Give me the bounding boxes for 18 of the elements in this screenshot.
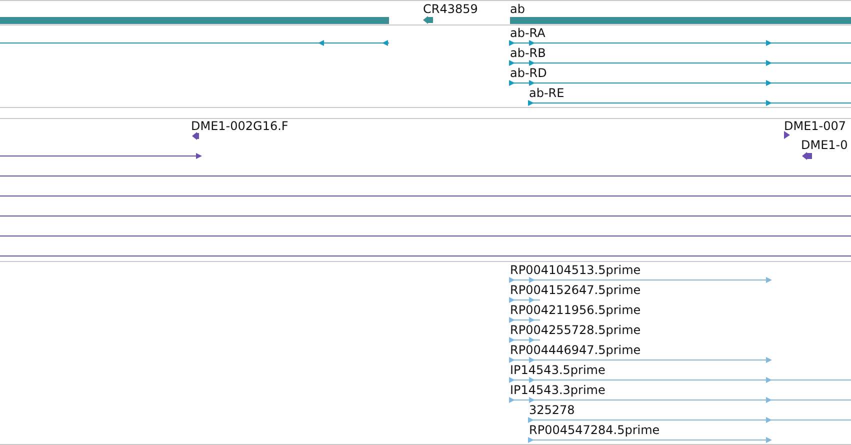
feature-label: RP004255728.5prime <box>510 323 641 337</box>
feature-label: IP14543.5prime <box>510 363 606 377</box>
feature-label: DME1-007 <box>784 119 846 133</box>
feature-label: ab-RB <box>510 46 546 60</box>
feature-label: RP004152647.5prime <box>510 283 641 297</box>
feature-label: DME1-0 <box>801 138 848 152</box>
feature-label: DME1-002G16.F <box>191 119 288 133</box>
feature-label: ab-RA <box>510 26 546 40</box>
feature-label: ab <box>510 2 525 16</box>
feature-label: ab-RD <box>510 66 547 80</box>
feature-label: RP004104513.5prime <box>510 263 641 277</box>
feature-label: RP004547284.5prime <box>529 423 660 437</box>
feature-label: ab-RE <box>529 86 564 100</box>
feature-label: RP004446947.5prime <box>510 343 641 357</box>
feature-label: IP14543.3prime <box>510 383 606 397</box>
feature-label: RP004211956.5prime <box>510 303 641 317</box>
feature-label: CR43859 <box>423 2 478 16</box>
feature-label: 325278 <box>529 403 575 417</box>
